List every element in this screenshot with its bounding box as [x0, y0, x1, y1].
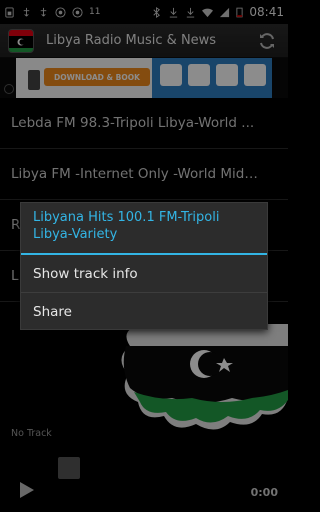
- show-track-info-item[interactable]: Show track info: [21, 255, 267, 293]
- share-item[interactable]: Share: [21, 293, 267, 331]
- dialog-title: Libyana Hits 100.1 FM-Tripoli Libya-Vari…: [21, 203, 267, 255]
- context-menu-dialog: Libyana Hits 100.1 FM-Tripoli Libya-Vari…: [20, 202, 268, 330]
